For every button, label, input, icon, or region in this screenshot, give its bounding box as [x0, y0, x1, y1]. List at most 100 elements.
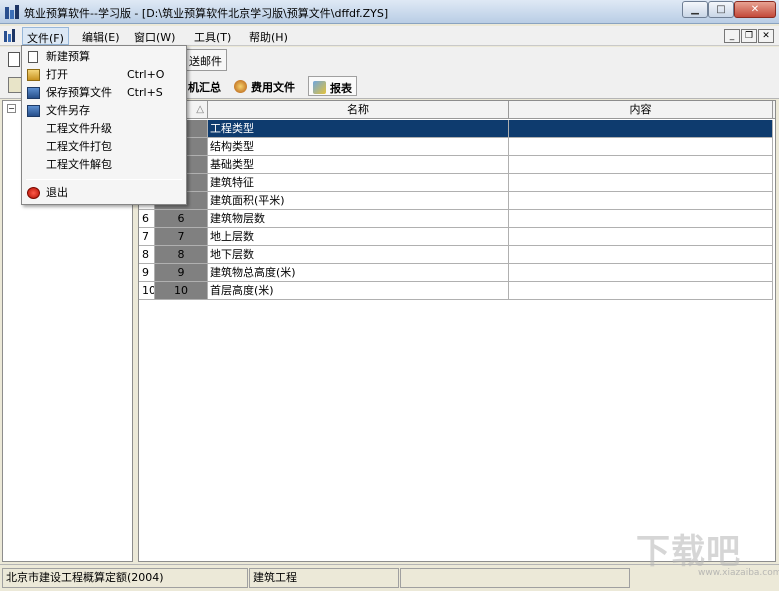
sequence-cell: 7 — [155, 228, 208, 246]
menu-edit[interactable]: 编辑(E) — [82, 29, 120, 45]
menu-item-label: 退出 — [46, 186, 68, 199]
status-bar: 北京市建设工程概算定额(2004) 建筑工程 — [0, 564, 779, 591]
power-icon — [27, 187, 40, 199]
app-logo-icon — [5, 5, 19, 19]
content-cell[interactable] — [509, 192, 773, 210]
row-number-cell: 9 — [139, 264, 155, 282]
tab-fee-file-label: 费用文件 — [251, 81, 295, 94]
fee-file-icon — [234, 80, 247, 93]
menu-item-pack[interactable]: 工程文件打包 — [22, 138, 186, 156]
menu-tools[interactable]: 工具(T) — [194, 29, 231, 45]
sequence-cell: 8 — [155, 246, 208, 264]
menu-item-label: 工程文件升级 — [46, 122, 112, 135]
title-bar: 筑业预算软件--学习版 - [D:\筑业预算软件北京学习版\预算文件\dffdf… — [0, 0, 779, 24]
menu-item-label: 保存预算文件 — [46, 86, 112, 99]
table-row[interactable]: 9 9 建筑物总高度(米) — [139, 264, 775, 282]
table-row[interactable]: 6 6 建筑物层数 — [139, 210, 775, 228]
name-cell[interactable]: 建筑物层数 — [208, 210, 509, 228]
table-row[interactable]: 建筑特征 — [139, 174, 775, 192]
file-menu-dropdown: 新建预算 打开 Ctrl+O 保存预算文件 Ctrl+S 文件另存 工程文件升级… — [21, 45, 187, 205]
tab-machine-summary[interactable]: 机汇总 — [184, 76, 225, 96]
status-project-type: 建筑工程 — [249, 568, 399, 588]
menu-item-save-as[interactable]: 文件另存 — [22, 102, 186, 120]
name-cell[interactable]: 建筑面积(平米) — [208, 192, 509, 210]
new-document-icon[interactable] — [8, 52, 20, 67]
menu-help[interactable]: 帮助(H) — [249, 29, 288, 45]
table-row[interactable]: 结构类型 — [139, 138, 775, 156]
sequence-cell: 9 — [155, 264, 208, 282]
content-cell[interactable] — [509, 228, 773, 246]
menu-item-save[interactable]: 保存预算文件 Ctrl+S — [22, 84, 186, 102]
content-cell[interactable] — [509, 210, 773, 228]
menu-item-label: 打开 — [46, 68, 68, 81]
name-cell[interactable]: 工程类型 — [208, 120, 509, 138]
name-cell[interactable]: 结构类型 — [208, 138, 509, 156]
tab-report[interactable]: 报表 — [308, 76, 357, 96]
header-name[interactable]: 名称 — [208, 101, 509, 119]
tab-machine-summary-label: 机汇总 — [188, 81, 221, 94]
report-icon — [313, 81, 326, 94]
status-extra — [400, 568, 630, 588]
content-cell[interactable] — [509, 120, 773, 138]
name-cell[interactable]: 建筑特征 — [208, 174, 509, 192]
minimize-button[interactable]: ▁ — [682, 1, 708, 18]
table-row[interactable]: 基础类型 — [139, 156, 775, 174]
row-number-cell: 6 — [139, 210, 155, 228]
name-cell[interactable]: 地下层数 — [208, 246, 509, 264]
menu-item-shortcut: Ctrl+O — [127, 68, 165, 81]
table-row[interactable]: 7 7 地上层数 — [139, 228, 775, 246]
row-number-cell: 8 — [139, 246, 155, 264]
content-cell[interactable] — [509, 174, 773, 192]
menu-separator — [26, 179, 182, 180]
menu-bar: 文件(F) 编辑(E) 窗口(W) 工具(T) 帮助(H) _ ❐ ✕ — [0, 26, 779, 46]
tree-collapse-icon[interactable]: − — [7, 104, 16, 113]
menu-item-label: 新建预算 — [46, 50, 90, 63]
content-cell[interactable] — [509, 282, 773, 300]
header-content[interactable]: 内容 — [509, 101, 773, 119]
name-cell[interactable]: 地上层数 — [208, 228, 509, 246]
content-cell[interactable] — [509, 138, 773, 156]
row-number-cell: 10 — [139, 282, 155, 300]
table-row[interactable]: 工程类型 — [139, 120, 775, 138]
content-cell[interactable] — [509, 246, 773, 264]
sequence-cell: 6 — [155, 210, 208, 228]
document-minimize-button[interactable]: _ — [724, 29, 740, 43]
grid-header: △ 名称 内容 — [139, 101, 775, 119]
menu-item-upgrade[interactable]: 工程文件升级 — [22, 120, 186, 138]
tab-report-label: 报表 — [330, 82, 352, 95]
maximize-button[interactable]: □ — [708, 1, 734, 18]
menu-item-shortcut: Ctrl+S — [127, 86, 163, 99]
menu-item-unpack[interactable]: 工程文件解包 — [22, 156, 186, 174]
menu-item-label: 工程文件解包 — [46, 158, 112, 171]
document-close-button[interactable]: ✕ — [758, 29, 774, 43]
row-number-cell: 7 — [139, 228, 155, 246]
floppy-disk-icon — [27, 87, 40, 99]
status-quota: 北京市建设工程概算定额(2004) — [2, 568, 248, 588]
table-row[interactable]: 8 8 地下层数 — [139, 246, 775, 264]
menu-file[interactable]: 文件(F) — [22, 27, 69, 45]
menu-item-new-budget[interactable]: 新建预算 — [22, 48, 186, 66]
name-cell[interactable]: 建筑物总高度(米) — [208, 264, 509, 282]
menu-window[interactable]: 窗口(W) — [134, 29, 175, 45]
document-restore-button[interactable]: ❐ — [741, 29, 757, 43]
name-cell[interactable]: 首层高度(米) — [208, 282, 509, 300]
send-mail-button[interactable]: 送邮件 — [184, 49, 227, 71]
save-as-icon — [27, 105, 40, 117]
tab-fee-file[interactable]: 费用文件 — [230, 76, 299, 96]
sequence-cell: 10 — [155, 282, 208, 300]
menu-item-open[interactable]: 打开 Ctrl+O — [22, 66, 186, 84]
project-info-grid[interactable]: △ 名称 内容 工程类型 结构类型 基础类型 建筑特征 建筑面积(平米) 6 6 建筑物层数 7… — [138, 100, 776, 562]
window-title: 筑业预算软件--学习版 - [D:\筑业预算软件北京学习版\预算文件\dffdf… — [24, 7, 389, 20]
menu-item-label: 工程文件打包 — [46, 140, 112, 153]
folder-open-icon — [27, 69, 40, 81]
name-cell[interactable]: 基础类型 — [208, 156, 509, 174]
table-row[interactable]: 10 10 首层高度(米) — [139, 282, 775, 300]
content-cell[interactable] — [509, 156, 773, 174]
new-document-icon — [28, 51, 38, 63]
table-row[interactable]: 建筑面积(平米) — [139, 192, 775, 210]
document-logo-icon[interactable] — [3, 28, 19, 43]
close-button[interactable]: ✕ — [734, 1, 776, 18]
menu-item-exit[interactable]: 退出 — [22, 184, 186, 202]
menu-item-label: 文件另存 — [46, 104, 90, 117]
content-cell[interactable] — [509, 264, 773, 282]
